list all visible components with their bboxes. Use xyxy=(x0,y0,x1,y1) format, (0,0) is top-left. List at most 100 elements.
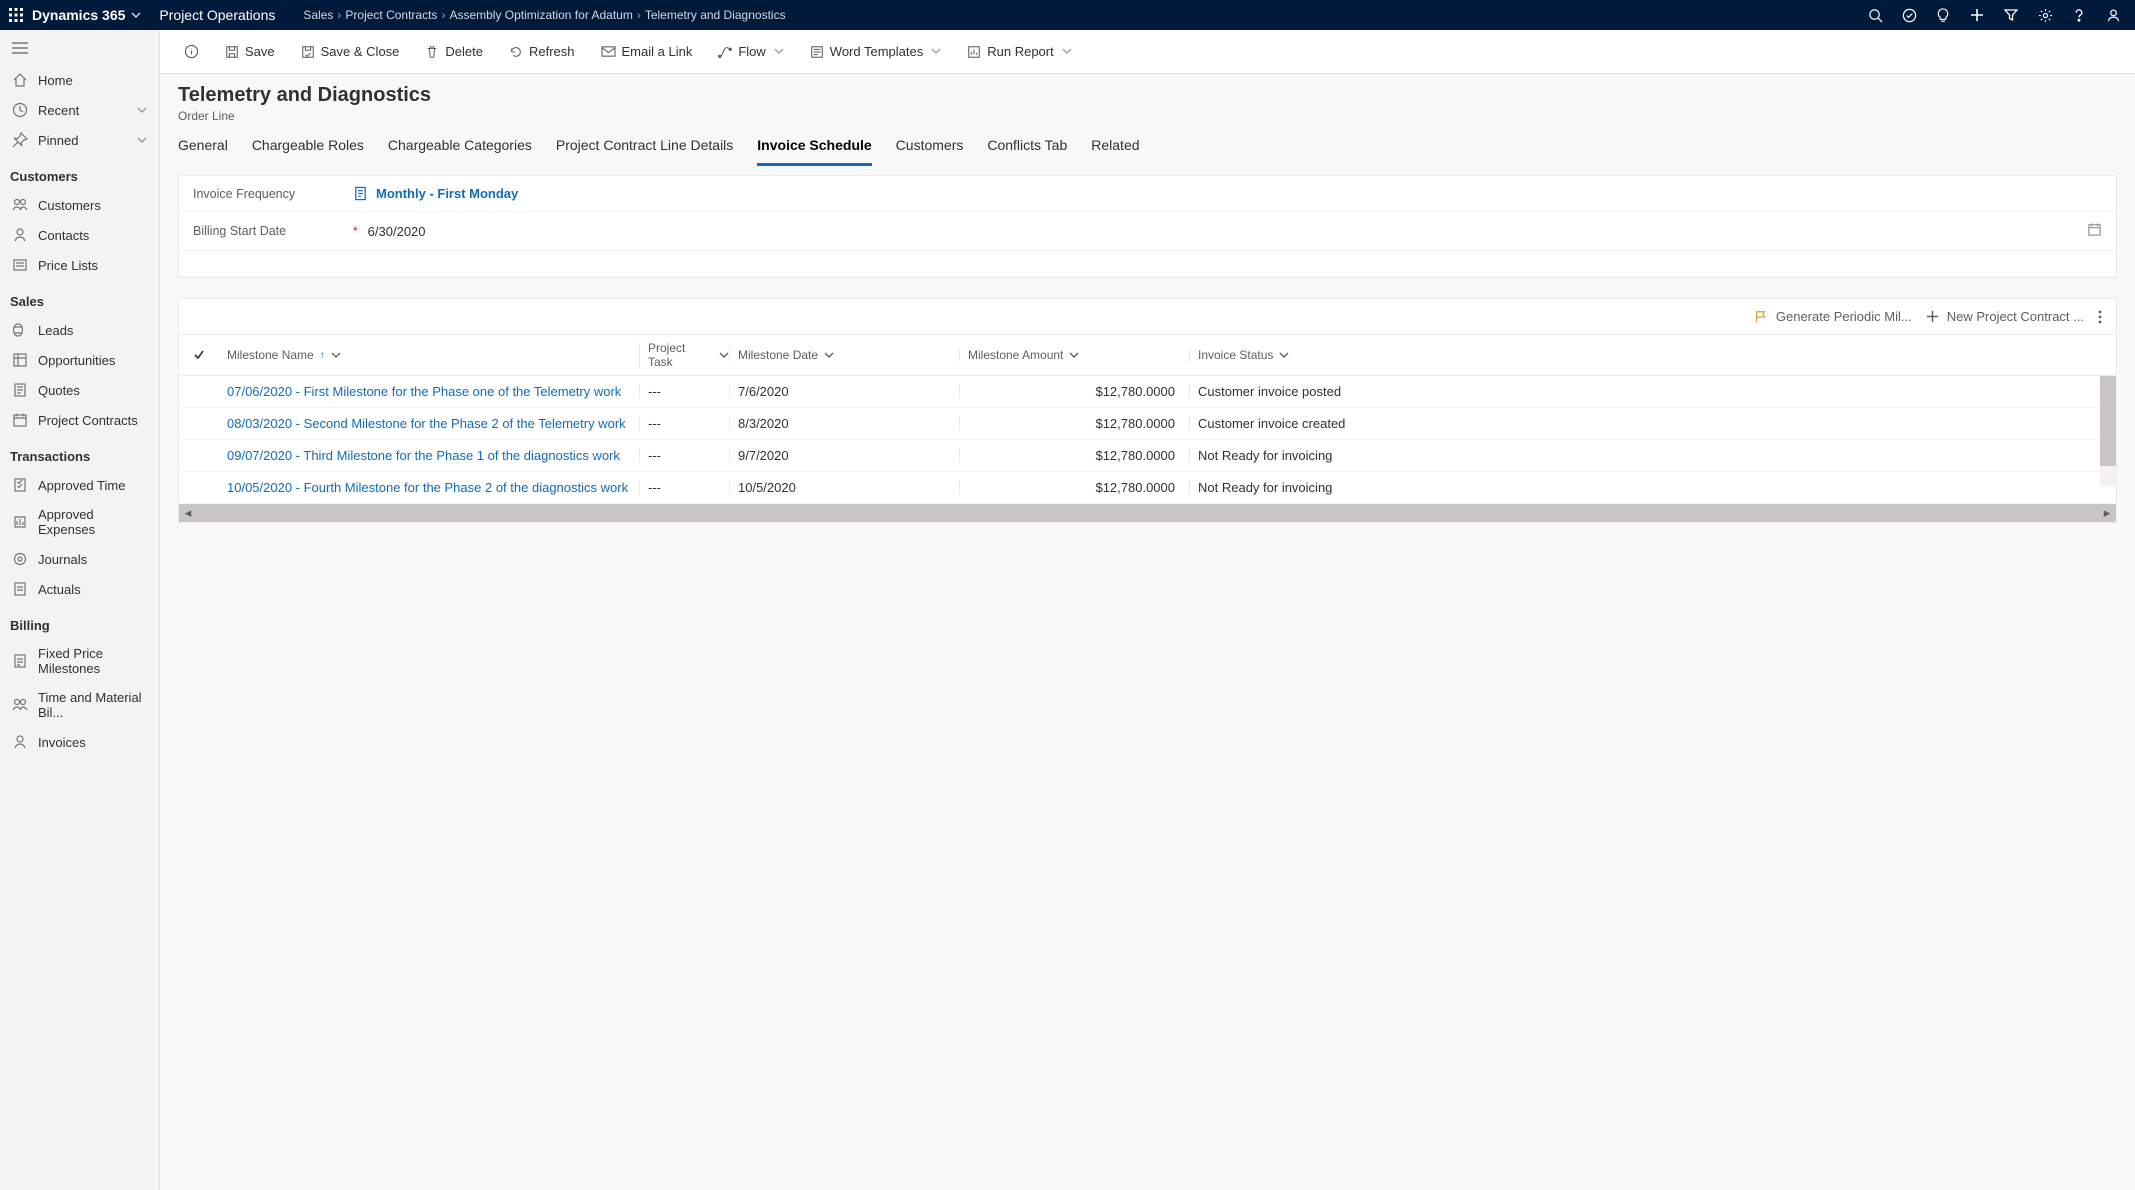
flag-icon xyxy=(1754,310,1768,324)
run-report-label: Run Report xyxy=(987,44,1053,59)
topbar-actions xyxy=(1867,7,2127,23)
flow-label: Flow xyxy=(738,44,765,59)
save-label: Save xyxy=(245,44,275,59)
sidebar-item-leads[interactable]: Leads xyxy=(0,315,159,345)
sidebar-item-approved-expenses[interactable]: Approved Expenses xyxy=(0,500,159,544)
search-icon[interactable] xyxy=(1867,7,1883,23)
cell-status: Not Ready for invoicing xyxy=(1189,448,2116,463)
email-link-label: Email a Link xyxy=(622,44,693,59)
milestone-link[interactable]: 07/06/2020 - First Milestone for the Pha… xyxy=(227,384,621,399)
milestone-link[interactable]: 08/03/2020 - Second Milestone for the Ph… xyxy=(227,416,626,431)
col-header-date[interactable]: Milestone Date xyxy=(729,348,959,362)
tab-conflicts-tab[interactable]: Conflicts Tab xyxy=(987,137,1067,166)
sidebar-item-approved-time[interactable]: Approved Time xyxy=(0,470,159,500)
lightbulb-icon[interactable] xyxy=(1935,7,1951,23)
tab-chargeable-roles[interactable]: Chargeable Roles xyxy=(252,137,364,166)
save-button[interactable]: Save xyxy=(215,38,285,65)
col-header-task[interactable]: Project Task xyxy=(639,341,729,369)
word-templates-button[interactable]: Word Templates xyxy=(800,38,951,65)
new-project-contract-button[interactable]: New Project Contract ... xyxy=(1926,309,2084,324)
chevron-down-icon xyxy=(719,350,729,360)
grid-more-button[interactable] xyxy=(2098,310,2102,324)
run-report-button[interactable]: Run Report xyxy=(957,38,1081,65)
sidebar-item-contacts[interactable]: Contacts xyxy=(0,220,159,250)
brand-label[interactable]: Dynamics 365 xyxy=(32,7,131,23)
table-row[interactable]: 07/06/2020 - First Milestone for the Pha… xyxy=(179,376,2116,408)
nav-pinned[interactable]: Pinned xyxy=(0,125,159,155)
calendar-icon[interactable] xyxy=(2087,222,2102,240)
chevron-right-icon: › xyxy=(441,8,445,22)
nav-collapse-button[interactable] xyxy=(0,34,159,65)
task-checker-icon[interactable] xyxy=(1901,7,1917,23)
sidebar-item-price-lists[interactable]: Price Lists xyxy=(0,250,159,280)
save-close-button[interactable]: Save & Close xyxy=(291,38,410,65)
chevron-down-icon xyxy=(1279,350,1289,360)
page-subtitle: Order Line xyxy=(178,109,2117,123)
chevron-down-icon xyxy=(331,350,341,360)
tab-invoice-schedule[interactable]: Invoice Schedule xyxy=(757,137,871,166)
cell-amount: $12,780.0000 xyxy=(959,448,1189,463)
form-empty-row xyxy=(179,251,2116,277)
person-icon[interactable] xyxy=(2105,7,2121,23)
scroll-left-icon[interactable]: ◂ xyxy=(179,505,197,521)
chevron-down-icon xyxy=(931,44,941,59)
table-row[interactable]: 10/05/2020 - Fourth Milestone for the Ph… xyxy=(179,472,2116,504)
page-header: Telemetry and Diagnostics Order Line xyxy=(160,74,2135,123)
email-link-button[interactable]: Email a Link xyxy=(591,38,703,65)
billing-start-field[interactable]: 6/30/2020 xyxy=(368,222,2102,240)
sidebar-item-fixed-price-milestones[interactable]: Fixed Price Milestones xyxy=(0,639,159,683)
nav-home[interactable]: Home xyxy=(0,65,159,95)
refresh-button[interactable]: Refresh xyxy=(499,38,585,65)
chevron-down-icon xyxy=(774,44,784,59)
vertical-scrollbar[interactable] xyxy=(2100,376,2116,486)
brand-caret-icon[interactable] xyxy=(131,8,141,23)
cell-date: 7/6/2020 xyxy=(729,384,959,399)
pin-icon xyxy=(12,132,28,148)
sidebar-item-customers[interactable]: Customers xyxy=(0,190,159,220)
generate-periodic-label: Generate Periodic Mil... xyxy=(1776,309,1912,324)
sidebar-item-quotes[interactable]: Quotes xyxy=(0,375,159,405)
tab-general[interactable]: General xyxy=(178,137,228,166)
generate-periodic-button[interactable]: Generate Periodic Mil... xyxy=(1754,309,1912,324)
plus-icon xyxy=(1926,310,1939,323)
tab-chargeable-categories[interactable]: Chargeable Categories xyxy=(388,137,532,166)
milestone-link[interactable]: 10/05/2020 - Fourth Milestone for the Ph… xyxy=(227,480,628,495)
tab-customers[interactable]: Customers xyxy=(896,137,964,166)
chevron-down-icon xyxy=(824,350,834,360)
plus-icon[interactable] xyxy=(1969,7,1985,23)
sidebar-item-journals[interactable]: Journals xyxy=(0,544,159,574)
crumb-sales[interactable]: Sales xyxy=(303,8,333,22)
tab-related[interactable]: Related xyxy=(1091,137,1139,166)
col-header-status[interactable]: Invoice Status xyxy=(1189,348,2116,362)
sidebar-item-opportunities[interactable]: Opportunities xyxy=(0,345,159,375)
help-icon[interactable] xyxy=(2071,7,2087,23)
invoice-frequency-link[interactable]: Monthly - First Monday xyxy=(376,186,518,201)
filter-icon[interactable] xyxy=(2003,7,2019,23)
table-row[interactable]: 08/03/2020 - Second Milestone for the Ph… xyxy=(179,408,2116,440)
info-button[interactable] xyxy=(174,38,209,65)
select-all-checkbox[interactable] xyxy=(179,349,219,361)
app-launcher-icon[interactable] xyxy=(8,7,24,23)
required-marker: * xyxy=(353,224,358,238)
cell-status: Customer invoice created xyxy=(1189,416,2116,431)
sidebar-item-time-and-material-bil-[interactable]: Time and Material Bil... xyxy=(0,683,159,727)
col-header-amount[interactable]: Milestone Amount xyxy=(959,348,1189,362)
col-header-name[interactable]: Milestone Name ↑ xyxy=(219,348,639,362)
crumb-project-contracts[interactable]: Project Contracts xyxy=(345,8,437,22)
sidebar-item-invoices[interactable]: Invoices xyxy=(0,727,159,757)
delete-button[interactable]: Delete xyxy=(415,38,493,65)
tab-project-contract-line-details[interactable]: Project Contract Line Details xyxy=(556,137,733,166)
invoice-frequency-value[interactable]: Monthly - First Monday xyxy=(353,186,2102,201)
milestone-link[interactable]: 09/07/2020 - Third Milestone for the Pha… xyxy=(227,448,620,463)
scroll-right-icon[interactable]: ▸ xyxy=(2098,505,2116,521)
nav-recent[interactable]: Recent xyxy=(0,95,159,125)
gear-icon[interactable] xyxy=(2037,7,2053,23)
horizontal-scrollbar[interactable]: ◂ ▸ xyxy=(179,504,2116,522)
cell-date: 9/7/2020 xyxy=(729,448,959,463)
flow-button[interactable]: Flow xyxy=(708,38,793,65)
sidebar-item-actuals[interactable]: Actuals xyxy=(0,574,159,604)
table-row[interactable]: 09/07/2020 - Third Milestone for the Pha… xyxy=(179,440,2116,472)
sidebar-item-project-contracts[interactable]: Project Contracts xyxy=(0,405,159,435)
crumb-assembly-adatum[interactable]: Assembly Optimization for Adatum xyxy=(449,8,632,22)
crumb-current: Telemetry and Diagnostics xyxy=(645,8,786,22)
